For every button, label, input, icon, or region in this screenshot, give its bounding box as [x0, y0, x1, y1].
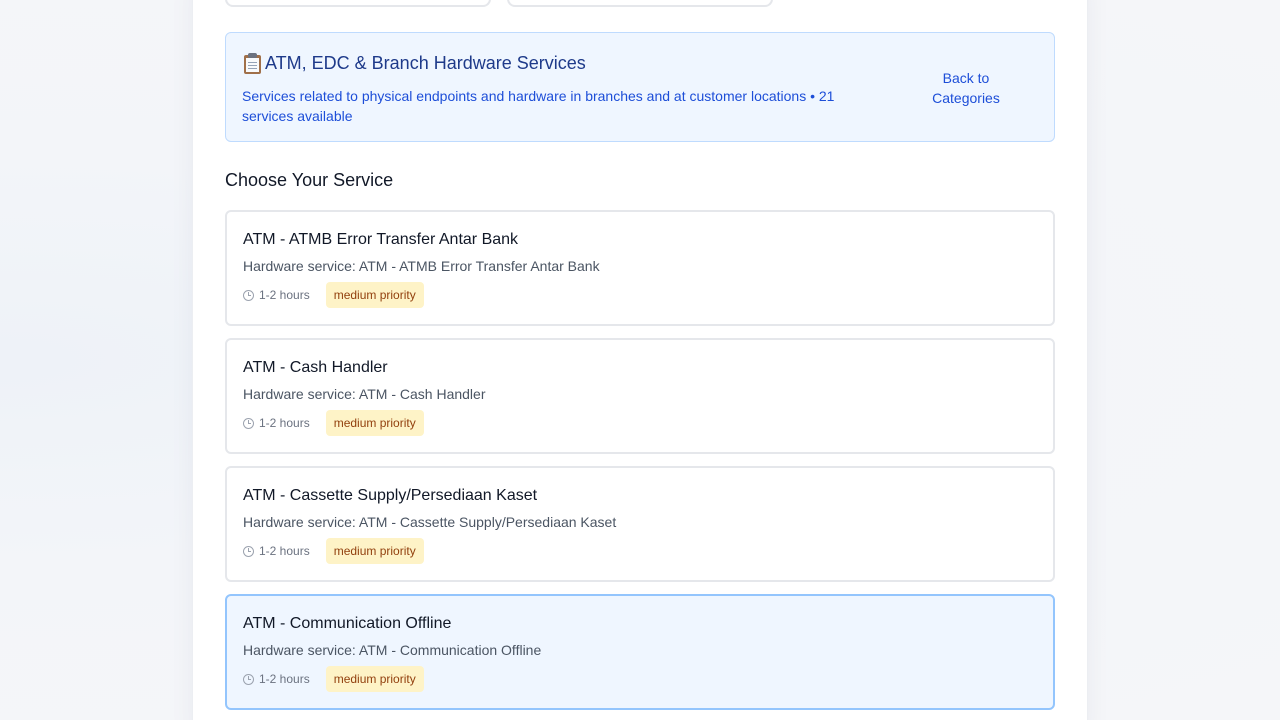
previous-card-edge — [507, 0, 773, 7]
priority-badge: medium priority — [325, 282, 424, 308]
priority-badge: medium priority — [325, 666, 424, 692]
priority-badge: medium priority — [325, 410, 424, 436]
service-description: Hardware service: ATM - Cassette Supply/… — [243, 514, 617, 530]
service-meta: 1-2 hours medium priority — [243, 538, 424, 564]
clock-icon — [243, 545, 254, 557]
service-card[interactable]: ATM - Cassette Supply/Persediaan Kaset H… — [225, 466, 1055, 582]
category-title-text: ATM, EDC & Branch Hardware Services — [265, 52, 586, 73]
service-meta: 1-2 hours medium priority — [243, 282, 424, 308]
clock-icon — [243, 673, 254, 685]
service-card[interactable]: ATM - Cash Handler Hardware service: ATM… — [225, 338, 1055, 454]
previous-card-edge — [225, 0, 491, 7]
clipboard-icon — [242, 52, 262, 74]
service-title: ATM - Cash Handler — [243, 359, 388, 376]
service-description: Hardware service: ATM - ATMB Error Trans… — [243, 258, 600, 274]
category-description: Services related to physical endpoints a… — [242, 88, 835, 124]
service-title: ATM - ATMB Error Transfer Antar Bank — [243, 231, 519, 248]
clock-icon — [243, 417, 254, 429]
service-meta: 1-2 hours medium priority — [243, 410, 424, 436]
service-card-selected[interactable]: ATM - Communication Offline Hardware ser… — [225, 594, 1055, 710]
service-time: 1-2 hours — [259, 288, 310, 302]
service-card[interactable]: ATM - ATMB Error Transfer Antar Bank Har… — [225, 210, 1055, 326]
service-time: 1-2 hours — [259, 544, 310, 558]
priority-badge: medium priority — [325, 538, 424, 564]
back-to-categories-link[interactable]: Back to Categories — [926, 68, 1006, 108]
section-heading: Choose Your Service — [225, 170, 394, 190]
service-meta: 1-2 hours medium priority — [243, 666, 424, 692]
service-description: Hardware service: ATM - Communication Of… — [243, 642, 542, 658]
service-description: Hardware service: ATM - Cash Handler — [243, 386, 486, 402]
clock-icon — [243, 289, 254, 301]
service-time: 1-2 hours — [259, 416, 310, 430]
category-header-card: ATM, EDC & Branch Hardware Services Serv… — [225, 32, 1055, 142]
service-title: ATM - Cassette Supply/Persediaan Kaset — [243, 487, 538, 504]
service-time: 1-2 hours — [259, 672, 310, 686]
service-title: ATM - Communication Offline — [243, 615, 452, 632]
category-title: ATM, EDC & Branch Hardware Services — [242, 52, 586, 74]
